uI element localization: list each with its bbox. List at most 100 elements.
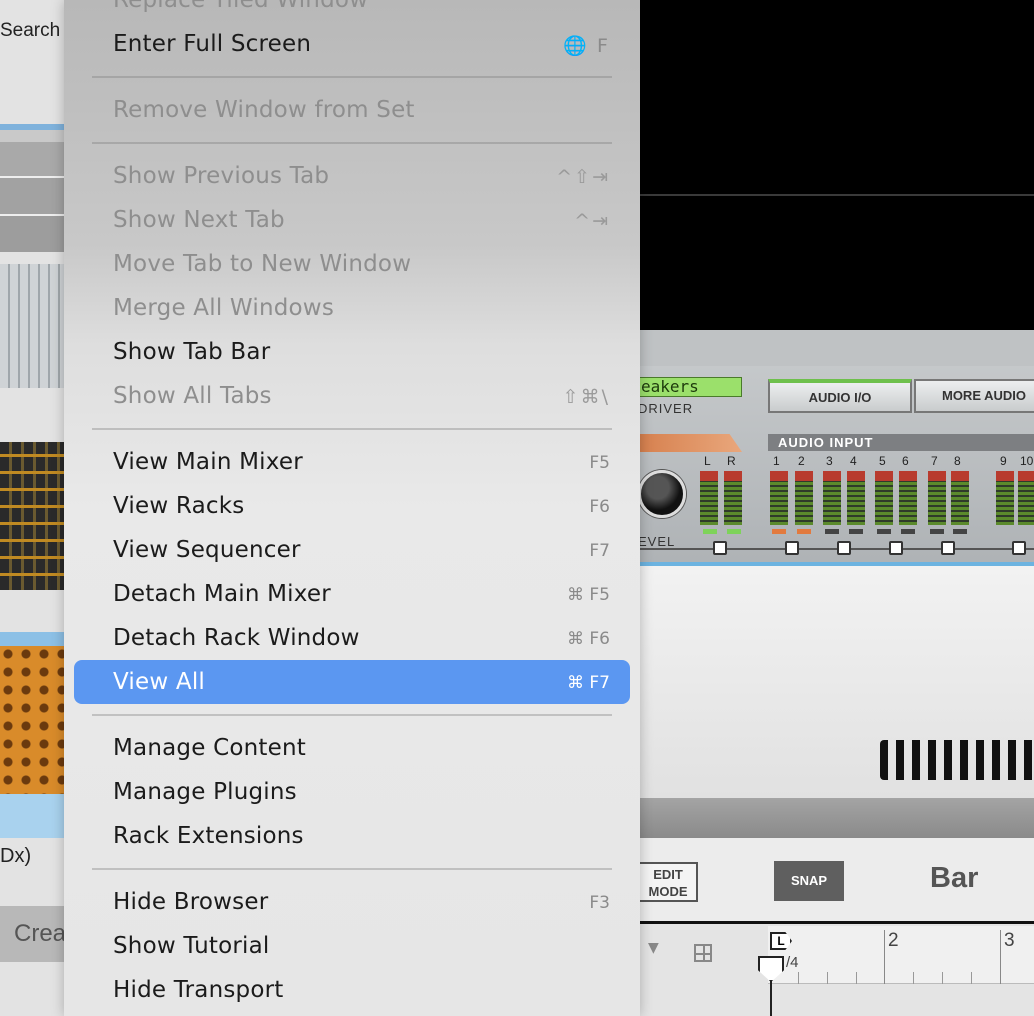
- level-meter: [770, 471, 788, 525]
- menu-item-remove-window-from-set: Remove Window from Set: [74, 88, 630, 132]
- menu-item-hide-browser[interactable]: Hide Browser F3: [74, 880, 630, 924]
- menu-item-label: Detach Rack Window: [113, 625, 360, 651]
- device-thumbnail-image[interactable]: [0, 646, 64, 794]
- menu-item-shortcut: F3: [589, 893, 610, 913]
- menu-item-view-sequencer[interactable]: View Sequencer F7: [74, 528, 630, 572]
- menu-item-rack-extensions[interactable]: Rack Extensions: [74, 814, 630, 858]
- audio-device-lcd[interactable]: eakers: [638, 377, 742, 397]
- ruler-tick: [971, 972, 972, 984]
- browser-panel: Search Dx) Crea: [0, 0, 64, 1016]
- channel-toggle[interactable]: [1012, 541, 1026, 555]
- device-thumbnail-image[interactable]: [0, 264, 64, 388]
- menu-item-manage-content[interactable]: Manage Content: [74, 726, 630, 770]
- ruler-tick: [942, 972, 943, 984]
- menu-item-show-tutorial[interactable]: Show Tutorial: [74, 924, 630, 968]
- menu-separator: [92, 428, 612, 430]
- level-label: EVEL: [638, 534, 676, 549]
- level-meter: [875, 471, 893, 525]
- divider-line: [638, 194, 1034, 196]
- ruler-tick: [798, 972, 799, 984]
- menu-item-label: Enter Full Screen: [113, 31, 312, 57]
- browser-row[interactable]: [0, 130, 64, 142]
- snap-button[interactable]: SNAP: [774, 861, 844, 901]
- browser-row[interactable]: [0, 178, 64, 214]
- channel-toggle[interactable]: [837, 541, 851, 555]
- channel-toggle[interactable]: [713, 541, 727, 555]
- channel-toggle[interactable]: [941, 541, 955, 555]
- level-meter: [899, 471, 917, 525]
- menu-item-label: Remove Window from Set: [113, 97, 415, 123]
- rack-bottom-bar: [638, 798, 1034, 838]
- menu-item-label: View All: [113, 669, 206, 695]
- level-knob[interactable]: [638, 470, 686, 518]
- menu-item-label: Merge All Windows: [113, 295, 335, 321]
- menu-separator: [92, 76, 612, 78]
- meter-label-1: 1: [773, 454, 780, 468]
- menu-item-label: View Main Mixer: [113, 449, 303, 475]
- menu-item-label: Show All Tabs: [113, 383, 272, 409]
- menu-item-move-tab-to-new-window: Move Tab to New Window: [74, 242, 630, 286]
- browser-row[interactable]: [0, 216, 64, 252]
- menu-item-shortcut: ⌘ F5: [567, 585, 610, 605]
- edit-mode-button[interactable]: EDIT MODE: [638, 862, 698, 902]
- menu-item-label: Move Tab to New Window: [113, 251, 412, 277]
- menu-item-view-all[interactable]: View All ⌘ F7: [74, 660, 630, 704]
- sequencer-black-area: [638, 0, 1034, 330]
- menu-item-label: Manage Plugins: [113, 779, 297, 805]
- channel-toggle[interactable]: [785, 541, 799, 555]
- menu-item-view-racks[interactable]: View Racks F6: [74, 484, 630, 528]
- menu-item-shortcut: 🌐 F: [563, 35, 610, 57]
- timeline-ruler[interactable]: [768, 926, 1034, 984]
- driver-label: DRIVER: [638, 401, 694, 416]
- channel-toggle[interactable]: [889, 541, 903, 555]
- browser-selected-row[interactable]: [0, 794, 64, 838]
- more-audio-button[interactable]: MORE AUDIO: [914, 379, 1034, 413]
- menu-item-merge-all-windows: Merge All Windows: [74, 286, 630, 330]
- create-button[interactable]: Crea: [0, 906, 64, 962]
- menu-item-detach-main-mixer[interactable]: Detach Main Mixer ⌘ F5: [74, 572, 630, 616]
- snap-value-label[interactable]: Bar: [930, 862, 978, 895]
- menu-item-show-previous-tab: Show Previous Tab ^⇧⇥: [74, 154, 630, 198]
- menu-item-label: Hide Browser: [113, 889, 269, 915]
- menu-item-show-next-tab: Show Next Tab ^⇥: [74, 198, 630, 242]
- menu-item-shortcut: ⌘ F7: [567, 673, 610, 693]
- signal-led: [797, 529, 811, 534]
- menu-separator: [92, 142, 612, 144]
- menu-item-hide-transport[interactable]: Hide Transport: [74, 968, 630, 1012]
- menu-item-shortcut: F7: [589, 541, 610, 561]
- menu-item-label: Detach Main Mixer: [113, 581, 331, 607]
- menu-item-label: Hide Transport: [113, 977, 284, 1003]
- menu-item-label: Manage Content: [113, 735, 306, 761]
- menu-item-label: Show Tab Bar: [113, 339, 271, 365]
- menu-item-manage-plugins[interactable]: Manage Plugins: [74, 770, 630, 814]
- signal-led: [727, 529, 741, 534]
- meter-label-3: 3: [826, 454, 833, 468]
- meter-label-4: 4: [850, 454, 857, 468]
- meter-label-r: R: [727, 454, 736, 468]
- time-signature: /4: [786, 954, 799, 971]
- signal-led: [930, 529, 944, 534]
- level-meter: [928, 471, 946, 525]
- orange-accent-strip: [638, 434, 742, 452]
- device-thumbnail-image[interactable]: [0, 442, 64, 590]
- menu-item-view-main-mixer[interactable]: View Main Mixer F5: [74, 440, 630, 484]
- signal-led: [825, 529, 839, 534]
- rack-vents: [880, 740, 1034, 780]
- level-meter: [996, 471, 1014, 525]
- menu-item-detach-rack-window[interactable]: Detach Rack Window ⌘ F6: [74, 616, 630, 660]
- menu-item-label: Show Tutorial: [113, 933, 270, 959]
- browser-search-label[interactable]: Search: [0, 20, 60, 42]
- meter-label-7: 7: [931, 454, 938, 468]
- menu-item-label: Show Previous Tab: [113, 163, 330, 189]
- create-button-label: Crea: [14, 920, 64, 947]
- browser-row[interactable]: [0, 142, 64, 176]
- menu-item-show-tab-bar[interactable]: Show Tab Bar: [74, 330, 630, 374]
- menu-item-enter-full-screen[interactable]: Enter Full Screen 🌐 F: [74, 22, 630, 66]
- chevron-down-icon[interactable]: ▼: [648, 940, 659, 956]
- level-meter: [823, 471, 841, 525]
- browser-selection-band: [0, 632, 64, 646]
- audio-io-button[interactable]: AUDIO I/O: [768, 379, 912, 413]
- menu-item-shortcut: ⌘ F6: [567, 629, 610, 649]
- menu-item-shortcut: ^⇥: [574, 210, 610, 232]
- grid-icon[interactable]: [694, 944, 712, 962]
